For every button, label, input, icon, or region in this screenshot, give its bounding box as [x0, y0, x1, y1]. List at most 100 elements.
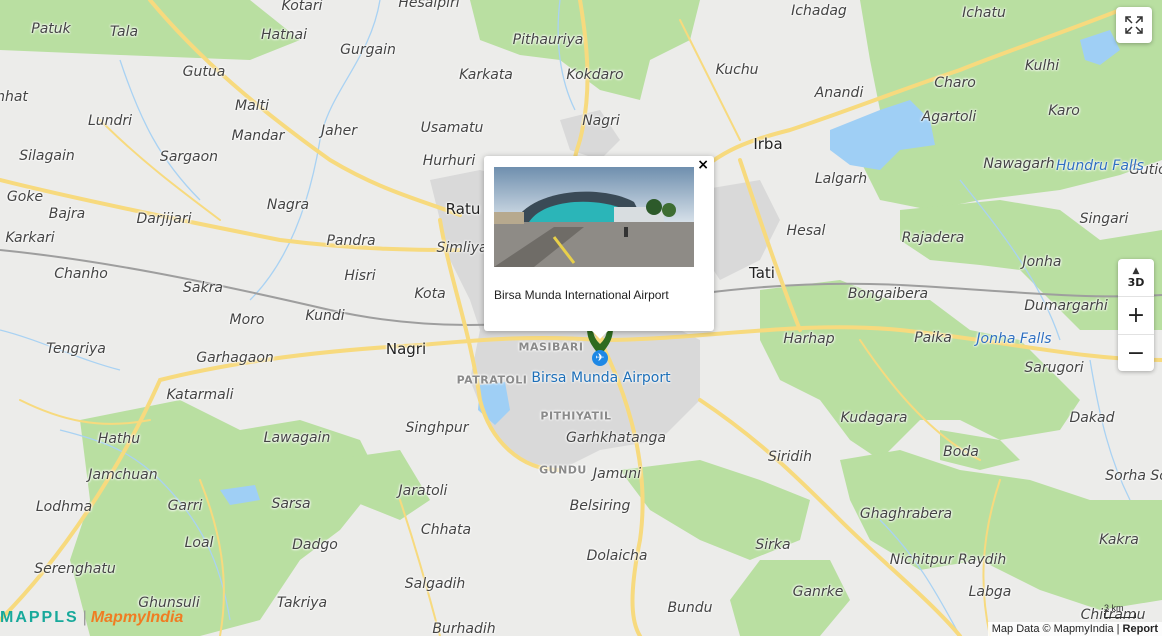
- town-label: Tati: [749, 264, 775, 282]
- zoom-in-button[interactable]: +: [1118, 296, 1154, 334]
- place-label: Karkari: [5, 230, 55, 246]
- place-label: Takriya: [276, 595, 328, 611]
- place-label: Hatnai: [261, 27, 307, 43]
- report-link[interactable]: Report: [1123, 623, 1158, 635]
- compass-icon: ▲: [1132, 265, 1140, 276]
- place-label: Dolaicha: [586, 548, 648, 564]
- place-label: Hisri: [344, 268, 376, 284]
- place-label: Sirka: [755, 537, 791, 553]
- three-d-label: 3D: [1127, 275, 1145, 289]
- place-label: Nagri: [582, 113, 620, 129]
- place-label: Jaher: [321, 123, 357, 139]
- place-label: Katarmali: [166, 387, 234, 403]
- compass-3d-button[interactable]: ▲ 3D: [1118, 259, 1154, 296]
- popup-close-button[interactable]: ×: [697, 157, 709, 173]
- place-label: Usamatu: [420, 120, 484, 136]
- place-label: Lodhma: [35, 499, 93, 515]
- place-label: Sargaon: [159, 149, 219, 165]
- place-label: Rajadera: [901, 230, 965, 246]
- brand-logo[interactable]: MAPPLS | MapmyIndia: [0, 609, 183, 627]
- place-label: Nagra: [266, 197, 310, 213]
- place-label: Dadgo: [292, 537, 338, 553]
- place-label: Jaratoli: [398, 483, 448, 499]
- waterfall-label: Hundru Falls: [1056, 158, 1144, 174]
- area-label: PITHIYATIL: [540, 409, 612, 423]
- place-label: Hesal: [786, 223, 826, 239]
- place-label: Kundi: [305, 308, 345, 324]
- place-label: Sorha Sotha: [1105, 468, 1162, 484]
- place-label: Pithauriya: [512, 32, 584, 48]
- place-label: Kota: [414, 286, 446, 302]
- place-label: Ichatu: [962, 5, 1006, 21]
- place-label: Karkata: [459, 67, 513, 83]
- place-label: Bajra: [48, 206, 86, 222]
- place-label: Sarsa: [271, 496, 311, 512]
- place-label: Anandi: [814, 85, 864, 101]
- airport-photo: [494, 167, 694, 267]
- place-label: Bongaibera: [847, 286, 929, 302]
- place-label: Singhpur: [405, 420, 469, 436]
- map-attribution: Map Data © MapmyIndia | Report: [987, 622, 1162, 636]
- airplane-icon: ✈: [592, 350, 608, 366]
- place-label: Agartoli: [921, 109, 977, 125]
- place-label: Hesalpiri: [398, 0, 460, 11]
- place-label: Kotari: [281, 0, 323, 14]
- place-label: Ganrke: [792, 584, 844, 600]
- place-label: Harhap: [783, 331, 835, 347]
- place-label: Lawagain: [263, 430, 331, 446]
- place-label: Jamchuan: [88, 467, 158, 483]
- place-label: Lalgarh: [814, 171, 868, 187]
- town-label: Irba: [753, 135, 783, 153]
- expand-icon: [1125, 16, 1143, 34]
- place-label: Boda: [943, 444, 979, 460]
- logo-separator: |: [82, 609, 87, 626]
- place-label: Burhadih: [432, 621, 496, 636]
- place-label: Patuk: [31, 21, 71, 37]
- place-label: Charo: [934, 75, 976, 91]
- place-label: Kudagara: [840, 410, 908, 426]
- place-label: Pandra: [326, 233, 376, 249]
- place-label: Bundu: [667, 600, 713, 616]
- place-label: Dumargarhi: [1024, 298, 1108, 314]
- place-label: Salgadih: [404, 576, 466, 592]
- place-label: Kokdaro: [566, 67, 624, 83]
- place-label: Garhkhatanga: [565, 430, 667, 446]
- attribution-text: Map Data © MapmyIndia |: [991, 623, 1123, 635]
- place-label: Sarugori: [1024, 360, 1084, 376]
- place-label: Goke: [6, 189, 44, 205]
- place-label: Kakra: [1099, 532, 1139, 548]
- place-label: Tala: [109, 24, 139, 40]
- popup-tip: [592, 331, 608, 339]
- place-popup: × Birsa Munda International Airport: [484, 156, 714, 339]
- place-label: Sakra: [183, 280, 223, 296]
- town-label: Nagri: [385, 340, 427, 358]
- town-label: Ratu: [445, 200, 481, 218]
- place-label: Jonha: [1022, 254, 1062, 270]
- map-controls: ▲ 3D + −: [1118, 259, 1154, 371]
- airport-poi-label[interactable]: Birsa Munda Airport: [531, 370, 670, 386]
- place-label: Karo: [1048, 103, 1080, 119]
- place-label: Silagain: [19, 148, 75, 164]
- place-label: Gurgain: [340, 42, 396, 58]
- place-label: Dakad: [1069, 410, 1115, 426]
- place-label: Singari: [1079, 211, 1129, 227]
- fullscreen-button[interactable]: [1116, 7, 1152, 43]
- place-label: Simliya: [436, 240, 488, 256]
- place-label: Tengriya: [46, 341, 106, 357]
- place-label: Garhagaon: [196, 350, 274, 366]
- place-label: Ghaghrabera: [859, 506, 953, 522]
- place-label: Labga: [968, 584, 1012, 600]
- place-label: nhat: [0, 89, 28, 105]
- place-label: Nawagarh: [983, 156, 1055, 172]
- place-label: Darjijari: [136, 211, 192, 227]
- place-label: Gutua: [182, 64, 226, 80]
- place-label: Garri: [167, 498, 203, 514]
- zoom-out-button[interactable]: −: [1118, 334, 1154, 372]
- place-label: Lundri: [87, 113, 133, 129]
- place-label: Malti: [235, 98, 269, 114]
- map-canvas[interactable]: Kotari Hesalpiri Ichadag Ichatu Patuk Tala Hat…: [0, 0, 1162, 636]
- area-label: MASIBARI: [518, 340, 584, 354]
- waterfall-label: Jonha Falls: [976, 331, 1052, 347]
- place-label: Hathu: [97, 431, 141, 447]
- place-label: Hurhuri: [422, 153, 476, 169]
